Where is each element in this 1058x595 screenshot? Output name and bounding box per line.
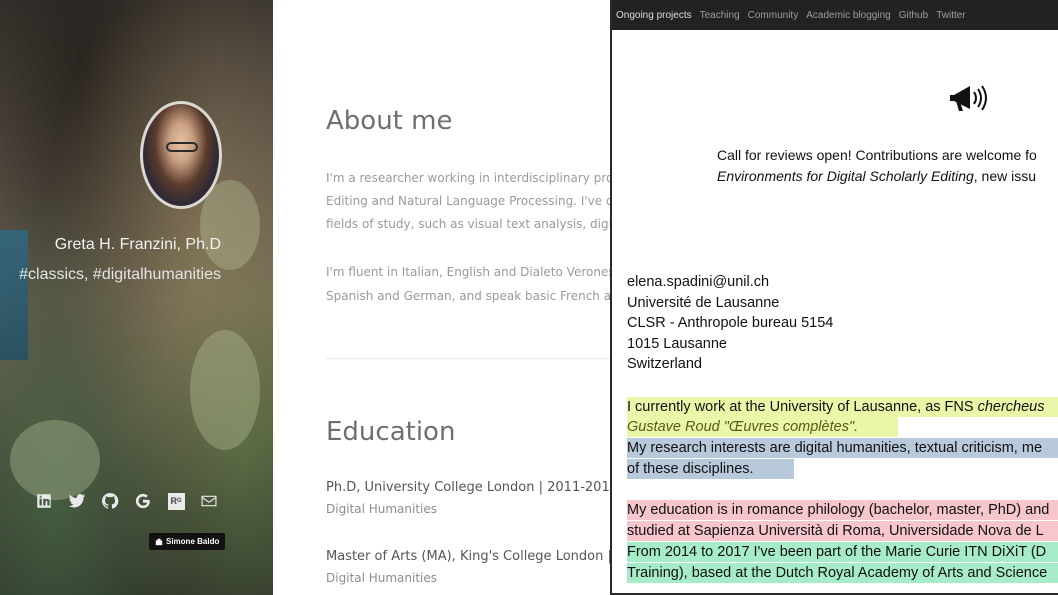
nav-academic-blogging[interactable]: Academic blogging	[806, 10, 891, 21]
twitter-icon[interactable]	[67, 491, 87, 511]
profile-name: Greta H. Franzini, Ph.D	[54, 236, 221, 253]
top-navbar: Ongoing projects Teaching Community Acad…	[612, 0, 1058, 30]
bio-highlight-blue: of these disciplines.	[627, 459, 794, 479]
education-item-title: Ph.D, University College London | 2011-2…	[326, 480, 610, 495]
camera-icon	[155, 538, 163, 545]
announcement-text-rest: , new issu	[973, 168, 1037, 184]
education-item-subtitle: Digital Humanities	[326, 571, 438, 585]
avatar	[140, 101, 222, 209]
about-paragraph-line: fields of study, such as visual text ana…	[326, 217, 610, 231]
background-photo-window	[0, 230, 28, 360]
bio-highlight-pink: My education is in romance philology (ba…	[627, 500, 1058, 520]
languages-paragraph-line: I'm fluent in Italian, English and Diale…	[326, 265, 610, 279]
main-content: About me I'm a researcher working in int…	[273, 0, 610, 595]
bio-text-italic: chercheus	[977, 399, 1045, 415]
mail-icon[interactable]	[199, 491, 219, 511]
contact-line: CLSR - Anthropole bureau 5154	[627, 315, 834, 331]
profile-tags: #classics, #digitalhumanities	[19, 266, 221, 283]
bio-highlight-green: Training), based at the Dutch Royal Acad…	[627, 563, 1058, 583]
photo-credit-badge[interactable]: Simone Baldo	[149, 533, 226, 550]
about-paragraph-line: Editing and Natural Language Processing.…	[326, 194, 610, 208]
nav-ongoing-projects[interactable]: Ongoing projects	[616, 10, 692, 21]
github-icon[interactable]	[100, 491, 120, 511]
nav-teaching[interactable]: Teaching	[700, 10, 740, 21]
education-item-subtitle: Digital Humanities	[326, 502, 438, 516]
bio-text: I currently work at the University of La…	[627, 399, 978, 415]
nav-github[interactable]: Github	[899, 10, 928, 21]
contact-line: 1015 Lausanne	[627, 335, 727, 352]
education-item-title: Master of Arts (MA), King's College Lond…	[326, 549, 610, 564]
bio-highlight-yellow: Gustave Roud "Œuvres complètes".	[627, 417, 899, 437]
profile-sidebar: Greta H. Franzini, Ph.D #classics, #digi…	[0, 0, 273, 595]
google-icon[interactable]	[133, 491, 153, 511]
background-foliage	[10, 420, 100, 500]
languages-paragraph-line: Spanish and German, and speak basic Fren…	[326, 289, 610, 303]
about-paragraph-line: I'm a researcher working in interdiscipl…	[326, 171, 610, 185]
linkedin-icon[interactable]	[34, 491, 54, 511]
bio-highlight-pink: studied at Sapienza Università di Roma, …	[627, 521, 1058, 541]
section-divider	[326, 358, 610, 359]
contact-line: Switzerland	[627, 356, 702, 372]
bio-highlight-blue: My research interests are digital humani…	[627, 438, 1058, 458]
megaphone-icon	[950, 85, 987, 111]
education-heading: Education	[326, 417, 456, 447]
announcement-text: Call for reviews open! Contributions are…	[717, 147, 1037, 163]
nav-twitter[interactable]: Twitter	[936, 10, 965, 21]
announcement-text-line2: Environments for Digital Scholarly Editi…	[717, 168, 1036, 184]
bio-highlight-green: From 2014 to 2017 I've been part of the …	[627, 542, 1058, 562]
photo-credit-label: Simone Baldo	[166, 537, 220, 546]
contact-email[interactable]: elena.spadini@unil.ch	[627, 272, 833, 293]
nav-community[interactable]: Community	[748, 10, 799, 21]
social-links: Rᴳ	[34, 491, 219, 511]
about-heading: About me	[326, 106, 453, 136]
contact-block: elena.spadini@unil.ch Université de Laus…	[627, 272, 833, 375]
announcement-journal-link[interactable]: Environments for Digital Scholarly Editi…	[717, 168, 974, 184]
bio-highlight-yellow: I currently work at the University of La…	[627, 397, 1058, 417]
avatar-glasses	[166, 142, 198, 152]
background-foliage	[190, 330, 260, 450]
contact-line: Université de Lausanne	[627, 294, 780, 311]
overlay-browser-window: Ongoing projects Teaching Community Acad…	[610, 0, 1058, 595]
researchgate-icon[interactable]: Rᴳ	[166, 491, 186, 511]
